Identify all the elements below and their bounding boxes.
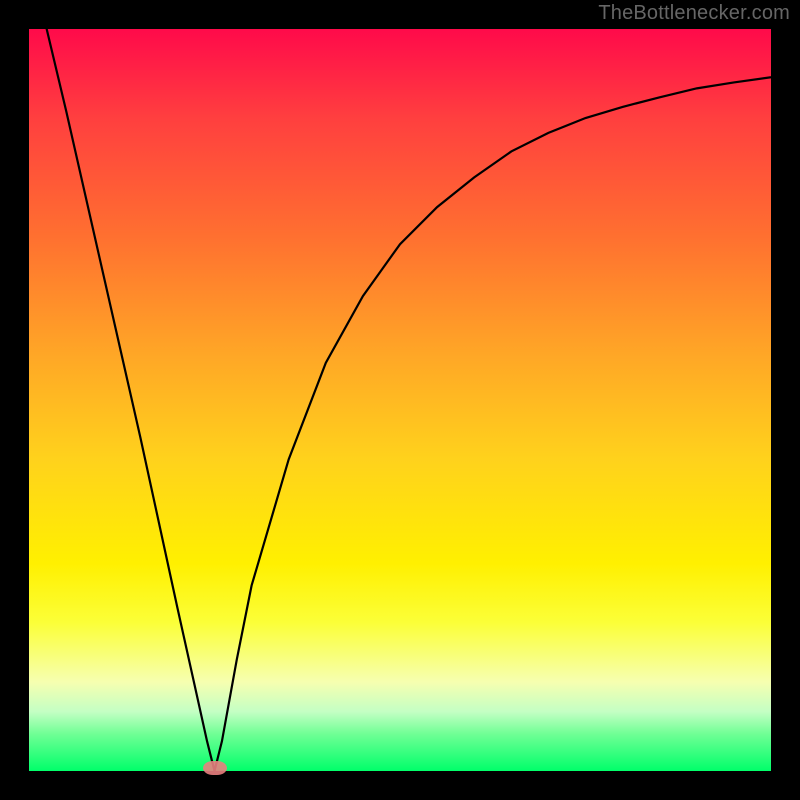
- attribution-text: TheBottlenecker.com: [598, 2, 790, 25]
- bottleneck-curve: [29, 29, 771, 771]
- curve-svg: [29, 29, 771, 771]
- chart-frame: TheBottlenecker.com: [0, 0, 800, 800]
- plot-area: [29, 29, 771, 771]
- optimal-marker: [203, 761, 227, 775]
